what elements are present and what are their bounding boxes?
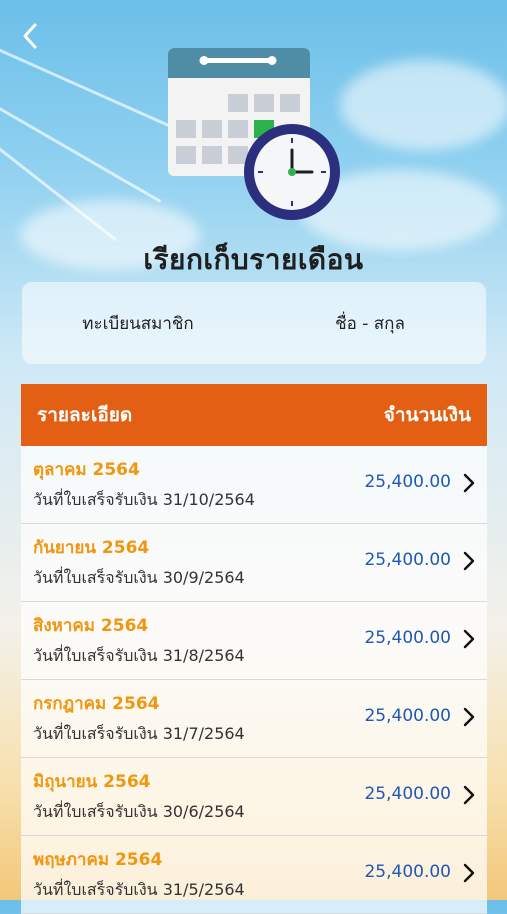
billing-row[interactable]: กรกฎาคม 2564 วันที่ใบเสร็จรับเงิน 31/7/2…	[21, 680, 487, 758]
billing-month: กรกฎาคม 2564	[33, 694, 160, 714]
chevron-right-icon	[463, 707, 475, 727]
billing-amount: 25,400.00	[364, 706, 451, 726]
page-title: เรียกเก็บรายเดือน	[143, 243, 364, 276]
calendar-clock-icon	[166, 46, 346, 226]
chevron-right-icon	[463, 629, 475, 649]
billing-list: ตุลาคม 2564 วันที่ใบเสร็จรับเงิน 31/10/2…	[21, 446, 487, 914]
member-info-card: ทะเบียนสมาชิก ชื่อ - สกุล	[22, 282, 486, 364]
billing-row[interactable]: ตุลาคม 2564 วันที่ใบเสร็จรับเงิน 31/10/2…	[21, 446, 487, 524]
chevron-right-icon	[463, 785, 475, 805]
billing-month: สิงหาคม 2564	[33, 616, 149, 636]
billing-row[interactable]: สิงหาคม 2564 วันที่ใบเสร็จรับเงิน 31/8/2…	[21, 602, 487, 680]
billing-amount: 25,400.00	[364, 628, 451, 648]
header-detail-label: รายละเอียด	[37, 404, 133, 426]
billing-amount: 25,400.00	[364, 784, 451, 804]
billing-month: ตุลาคม 2564	[33, 460, 140, 480]
receipt-date: วันที่ใบเสร็จรับเงิน 31/8/2564	[33, 646, 245, 665]
billing-amount: 25,400.00	[364, 472, 451, 492]
billing-amount: 25,400.00	[364, 550, 451, 570]
billing-month: กันยายน 2564	[33, 538, 150, 558]
chevron-right-icon	[463, 473, 475, 493]
receipt-date: วันที่ใบเสร็จรับเงิน 31/10/2564	[33, 490, 255, 509]
chevron-right-icon	[463, 863, 475, 883]
receipt-date: วันที่ใบเสร็จรับเงิน 30/6/2564	[33, 802, 245, 821]
billing-row[interactable]: พฤษภาคม 2564 วันที่ใบเสร็จรับเงิน 31/5/2…	[21, 836, 487, 914]
cloud-decoration	[340, 60, 507, 150]
billing-row[interactable]: มิถุนายน 2564 วันที่ใบเสร็จรับเงิน 30/6/…	[21, 758, 487, 836]
billing-month: พฤษภาคม 2564	[33, 850, 163, 870]
header-amount-label: จำนวนเงิน	[383, 404, 471, 426]
back-button[interactable]	[14, 18, 46, 54]
member-id-label: ทะเบียนสมาชิก	[82, 313, 194, 334]
sky-streak-decoration	[0, 90, 162, 203]
table-header: รายละเอียด จำนวนเงิน	[21, 384, 487, 446]
billing-amount: 25,400.00	[364, 862, 451, 882]
billing-row[interactable]: กันยายน 2564 วันที่ใบเสร็จรับเงิน 30/9/2…	[21, 524, 487, 602]
member-name-label: ชื่อ - สกุล	[335, 313, 405, 334]
billing-month: มิถุนายน 2564	[33, 772, 151, 792]
receipt-date: วันที่ใบเสร็จรับเงิน 31/7/2564	[33, 724, 245, 743]
chevron-left-icon	[23, 23, 37, 49]
chevron-right-icon	[463, 551, 475, 571]
receipt-date: วันที่ใบเสร็จรับเงิน 30/9/2564	[33, 568, 245, 587]
receipt-date: วันที่ใบเสร็จรับเงิน 31/5/2564	[33, 880, 245, 899]
